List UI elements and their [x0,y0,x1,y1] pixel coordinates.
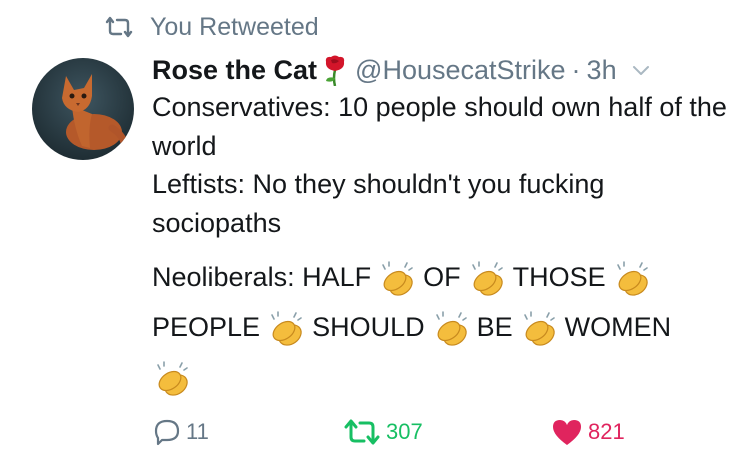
like-button[interactable]: 821 [550,415,625,449]
clap-word: BE [476,312,513,342]
tweet-line-leftists: Leftists: No they shouldn't you fucking … [152,169,605,238]
tweet-actions: 11 307 821 [152,415,672,449]
retweet-count: 307 [386,419,423,444]
retweet-icon [105,16,133,38]
separator-dot: · [571,54,581,85]
chevron-down-icon[interactable] [631,63,651,77]
timestamp[interactable]: 3h [587,55,617,86]
heart-icon [553,420,581,445]
tweet-line-neoliberals: Neoliberals: HALF OF THOSE PEOPLE SHOULD BE W… [152,252,732,402]
display-name[interactable]: Rose the Cat [152,55,317,86]
clap-icon [467,259,507,299]
clap-word: OF [423,262,461,292]
clap-word: Neoliberals: HALF [152,262,372,292]
clap-icon [152,359,192,399]
reply-icon [154,419,180,446]
clap-icon [519,309,559,349]
clap-icon [266,309,306,349]
retweet-icon [344,419,380,445]
retweet-context: You Retweeted [104,10,319,44]
clap-word: PEOPLE [152,312,261,342]
like-count: 821 [588,419,625,444]
avatar[interactable] [32,58,134,160]
handle[interactable]: @HousecatStrike [355,55,566,86]
clap-icon [612,259,652,299]
retweet-context-label: You Retweeted [150,12,319,41]
clap-word: THOSE [512,262,606,292]
clap-word: SHOULD [312,312,425,342]
retweet-button[interactable]: 307 [342,415,423,449]
clap-icon [431,309,471,349]
clap-word: WOMEN [564,312,672,342]
rose-icon [325,55,345,86]
tweet-header: Rose the Cat @HousecatStrike · 3h [152,50,651,90]
tweet-text: Conservatives: 10 people should own half… [152,88,732,402]
reply-button[interactable]: 11 [152,415,209,449]
tweet-line-conservatives: Conservatives: 10 people should own half… [152,92,727,161]
reply-count: 11 [186,419,209,444]
clap-icon [377,259,417,299]
